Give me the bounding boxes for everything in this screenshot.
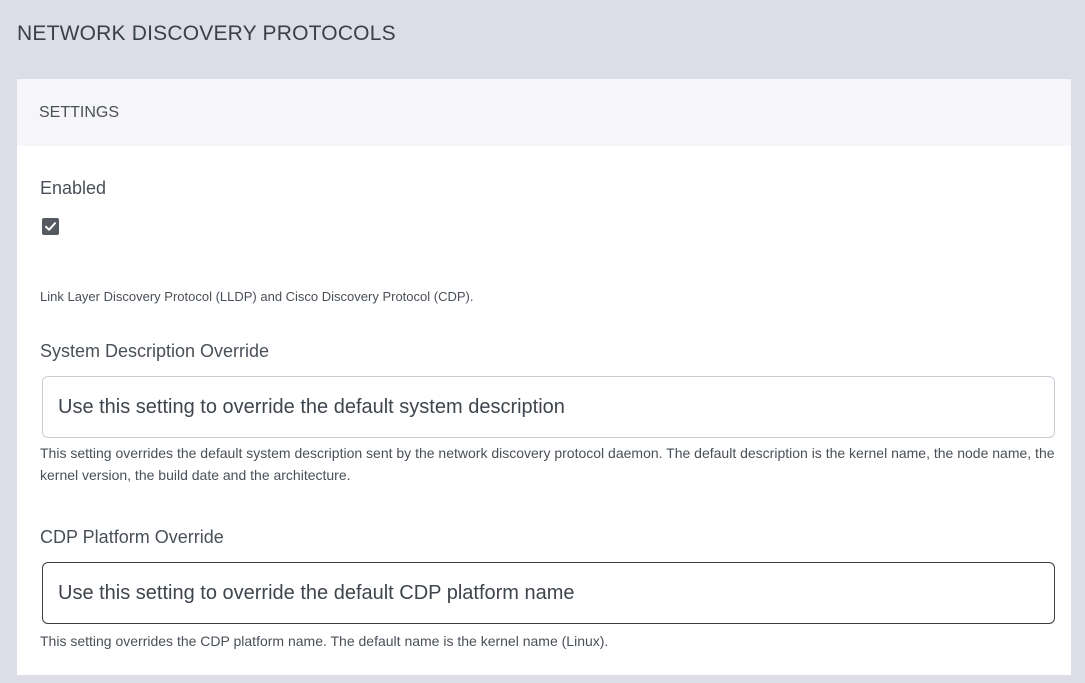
page-bottom-margin bbox=[0, 675, 1085, 683]
settings-panel: SETTINGS Enabled Link Layer Discovery Pr… bbox=[17, 79, 1071, 675]
page-right-margin bbox=[1071, 79, 1085, 683]
checkmark-icon bbox=[45, 222, 56, 231]
system-description-label: System Description Override bbox=[40, 341, 270, 361]
system-description-help: This setting overrides the default syste… bbox=[40, 445, 1055, 483]
enabled-label: Enabled bbox=[40, 178, 107, 198]
protocols-help-text: Link Layer Discovery Protocol (LLDP) and… bbox=[40, 289, 474, 304]
cdp-platform-label: CDP Platform Override bbox=[40, 527, 224, 547]
system-description-input[interactable] bbox=[42, 376, 1055, 438]
settings-panel-header: SETTINGS bbox=[17, 79, 1071, 146]
page-background: NETWORK DISCOVERY PROTOCOLS SETTINGS Ena… bbox=[0, 0, 1085, 683]
settings-header-label: SETTINGS bbox=[39, 104, 120, 121]
enabled-checkbox[interactable] bbox=[42, 218, 59, 235]
page-title: NETWORK DISCOVERY PROTOCOLS bbox=[17, 22, 396, 45]
cdp-platform-input[interactable] bbox=[42, 562, 1055, 624]
cdp-platform-help: This setting overrides the CDP platform … bbox=[40, 633, 609, 649]
